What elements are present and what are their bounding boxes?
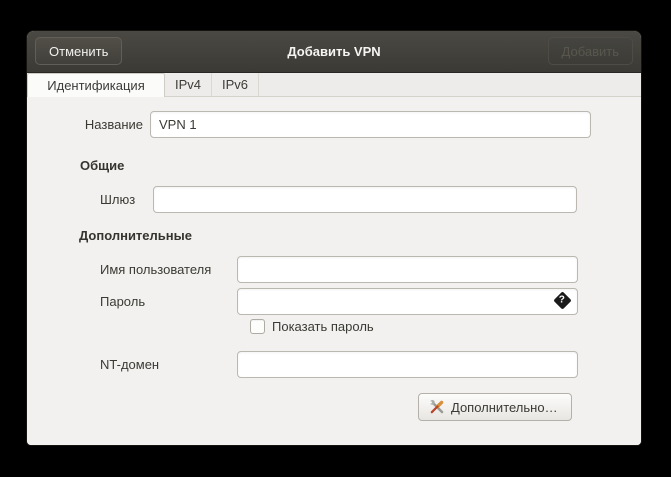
advanced-section-heading: Дополнительные bbox=[79, 228, 192, 243]
nt-domain-input[interactable] bbox=[237, 351, 578, 378]
tab-identity[interactable]: Идентификация bbox=[27, 73, 165, 97]
identity-page: Название Общие Шлюз Дополнительные Имя п… bbox=[27, 97, 641, 445]
show-password-label[interactable]: Показать пароль bbox=[272, 319, 374, 334]
tab-ipv6[interactable]: IPv6 bbox=[212, 73, 260, 96]
gateway-label: Шлюз bbox=[100, 192, 136, 207]
nt-domain-label: NT-домен bbox=[100, 357, 160, 372]
add-vpn-dialog: Добавить VPN Отменить Добавить Идентифик… bbox=[27, 31, 641, 445]
tab-ipv4[interactable]: IPv4 bbox=[165, 73, 213, 96]
password-input[interactable] bbox=[237, 288, 578, 315]
advanced-dialog-button-label: Дополнительно… bbox=[451, 399, 558, 415]
add-button-disabled[interactable]: Добавить bbox=[547, 37, 633, 65]
gateway-input[interactable] bbox=[153, 186, 577, 213]
show-password-row: Показать пароль bbox=[250, 319, 374, 334]
tab-bar: Идентификация IPv4 IPv6 bbox=[27, 73, 641, 97]
password-label: Пароль bbox=[100, 294, 146, 309]
crossed-tools-icon bbox=[429, 399, 445, 415]
titlebar: Добавить VPN Отменить Добавить bbox=[27, 31, 641, 73]
cancel-button[interactable]: Отменить bbox=[35, 37, 123, 65]
password-entry-wrap: ? bbox=[237, 288, 578, 315]
advanced-dialog-button[interactable]: Дополнительно… bbox=[418, 393, 572, 421]
username-label: Имя пользователя bbox=[100, 262, 212, 277]
show-password-checkbox[interactable] bbox=[250, 319, 265, 334]
name-label: Название bbox=[84, 117, 143, 132]
name-input[interactable] bbox=[150, 111, 591, 138]
general-section-heading: Общие bbox=[80, 158, 125, 173]
username-input[interactable] bbox=[237, 256, 578, 283]
